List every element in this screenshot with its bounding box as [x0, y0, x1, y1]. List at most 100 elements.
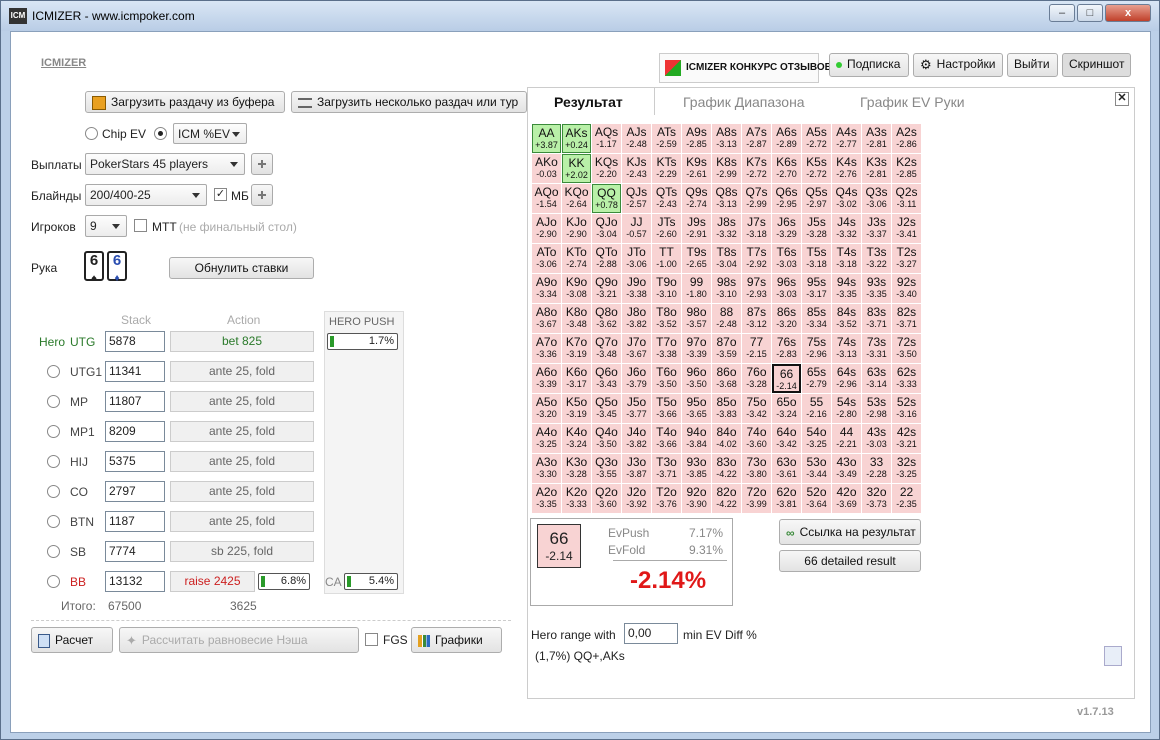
hand-cell[interactable]: Q5s -2.97: [802, 184, 831, 213]
hand-cell[interactable]: 32o -3.73: [862, 484, 891, 513]
stack-input[interactable]: 8209: [105, 421, 165, 442]
hand-cell[interactable]: A7s -2.87: [742, 124, 771, 153]
hand-cell[interactable]: KJo -2.90: [562, 214, 591, 243]
seat-radio[interactable]: [47, 455, 60, 468]
hand-cell[interactable]: T2s -3.27: [892, 244, 921, 273]
exit-button[interactable]: Выйти: [1007, 53, 1058, 77]
hand-cell[interactable]: A9s -2.85: [682, 124, 711, 153]
hand-cell[interactable]: K6s -2.70: [772, 154, 801, 183]
hand-cell[interactable]: Q9o -3.21: [592, 274, 621, 303]
hand-cell[interactable]: J5s -3.28: [802, 214, 831, 243]
mb-checkbox[interactable]: ✓: [214, 188, 227, 201]
hand-cell[interactable]: J3s -3.37: [862, 214, 891, 243]
action-field[interactable]: ante 25, fold: [170, 391, 314, 412]
hand-cell[interactable]: Q9s -2.74: [682, 184, 711, 213]
action-field[interactable]: ante 25, fold: [170, 511, 314, 532]
hand-cell[interactable]: A5o -3.20: [532, 394, 561, 423]
hand-cell[interactable]: J7o -3.67: [622, 334, 651, 363]
icm-mode-select[interactable]: ICM %EV: [173, 123, 247, 144]
hand-cell[interactable]: 54o -3.25: [802, 424, 831, 453]
hand-cell[interactable]: Q7s -2.99: [742, 184, 771, 213]
hand-cell[interactable]: Q8o -3.62: [592, 304, 621, 333]
hero-card-2[interactable]: 6 ♦: [107, 251, 127, 284]
action-field[interactable]: raise 2425: [170, 571, 255, 592]
maximize-button[interactable]: □: [1077, 4, 1103, 22]
hand-cell[interactable]: 76o -3.28: [742, 364, 771, 393]
hand-cell[interactable]: AKo -0.03: [532, 154, 561, 183]
hand-cell[interactable]: KTo -2.74: [562, 244, 591, 273]
hand-cell[interactable]: 64s -2.96: [832, 364, 861, 393]
settings-button[interactable]: ⚙ Настройки: [913, 53, 1003, 77]
hand-cell[interactable]: 87o -3.59: [712, 334, 741, 363]
hand-cell[interactable]: 73o -3.80: [742, 454, 771, 483]
hand-cell[interactable]: 66 -2.14: [772, 364, 801, 393]
hand-cell[interactable]: 62o -3.81: [772, 484, 801, 513]
hand-cell[interactable]: 74s -3.13: [832, 334, 861, 363]
hand-cell[interactable]: J9s -2.91: [682, 214, 711, 243]
hand-cell[interactable]: J2o -3.92: [622, 484, 651, 513]
hand-cell[interactable]: Q4o -3.50: [592, 424, 621, 453]
hand-cell[interactable]: 83o -4.22: [712, 454, 741, 483]
hand-cell[interactable]: J4s -3.32: [832, 214, 861, 243]
stack-input[interactable]: 11807: [105, 391, 165, 412]
hand-cell[interactable]: 84s -3.52: [832, 304, 861, 333]
hand-cell[interactable]: Q2s -3.11: [892, 184, 921, 213]
hand-cell[interactable]: T6o -3.50: [652, 364, 681, 393]
hand-cell[interactable]: 43o -3.49: [832, 454, 861, 483]
hand-cell[interactable]: A5s -2.72: [802, 124, 831, 153]
hand-cell[interactable]: 98s -3.10: [712, 274, 741, 303]
hand-cell[interactable]: 53s -2.98: [862, 394, 891, 423]
hand-cell[interactable]: 96s -3.03: [772, 274, 801, 303]
hand-cell[interactable]: 43s -3.03: [862, 424, 891, 453]
hand-cell[interactable]: AQs -1.17: [592, 124, 621, 153]
hand-cell[interactable]: J7s -3.18: [742, 214, 771, 243]
hand-cell[interactable]: T9o -3.10: [652, 274, 681, 303]
hand-cell[interactable]: 83s -3.71: [862, 304, 891, 333]
hand-cell[interactable]: 96o -3.50: [682, 364, 711, 393]
seat-radio[interactable]: [47, 395, 60, 408]
hand-cell[interactable]: 75s -2.96: [802, 334, 831, 363]
hand-cell[interactable]: K9o -3.08: [562, 274, 591, 303]
hand-cell[interactable]: J4o -3.82: [622, 424, 651, 453]
hand-cell[interactable]: K3o -3.28: [562, 454, 591, 483]
hand-cell[interactable]: JJ -0.57: [622, 214, 651, 243]
hand-cell[interactable]: KQo -2.64: [562, 184, 591, 213]
stack-input[interactable]: 5375: [105, 451, 165, 472]
hand-cell[interactable]: A4o -3.25: [532, 424, 561, 453]
hand-cell[interactable]: Q6o -3.43: [592, 364, 621, 393]
minimize-button[interactable]: –: [1049, 4, 1075, 22]
hand-cell[interactable]: KQs -2.20: [592, 154, 621, 183]
hand-cell[interactable]: 97s -2.93: [742, 274, 771, 303]
hand-cell[interactable]: T3s -3.22: [862, 244, 891, 273]
hand-cell[interactable]: 74o -3.60: [742, 424, 771, 453]
hand-cell[interactable]: QJs -2.57: [622, 184, 651, 213]
hand-cell[interactable]: 86o -3.68: [712, 364, 741, 393]
hand-cell[interactable]: 85o -3.83: [712, 394, 741, 423]
hand-cell[interactable]: AJs -2.48: [622, 124, 651, 153]
hand-cell[interactable]: TT -1.00: [652, 244, 681, 273]
hand-cell[interactable]: 97o -3.39: [682, 334, 711, 363]
hand-cell[interactable]: 63o -3.61: [772, 454, 801, 483]
hand-cell[interactable]: 92o -3.90: [682, 484, 711, 513]
hand-cell[interactable]: K7o -3.19: [562, 334, 591, 363]
hand-cell[interactable]: 82o -4.22: [712, 484, 741, 513]
hand-cell[interactable]: J5o -3.77: [622, 394, 651, 423]
tab-range-chart[interactable]: График Диапазона: [683, 94, 805, 110]
hand-cell[interactable]: T5o -3.66: [652, 394, 681, 423]
stack-input[interactable]: 5878: [105, 331, 165, 352]
hand-cell[interactable]: 22 -2.35: [892, 484, 921, 513]
seat-radio[interactable]: [47, 545, 60, 558]
hand-cell[interactable]: K9s -2.61: [682, 154, 711, 183]
hand-cell[interactable]: A6o -3.39: [532, 364, 561, 393]
close-panel-icon[interactable]: ✕: [1115, 92, 1129, 106]
hand-cell[interactable]: T8o -3.52: [652, 304, 681, 333]
hand-cell[interactable]: 95s -3.17: [802, 274, 831, 303]
min-ev-diff-input[interactable]: 0,00: [624, 623, 678, 644]
hand-cell[interactable]: 72o -3.99: [742, 484, 771, 513]
hand-cell[interactable]: J3o -3.87: [622, 454, 651, 483]
hand-cell[interactable]: 42o -3.69: [832, 484, 861, 513]
hand-cell[interactable]: T6s -3.03: [772, 244, 801, 273]
hand-cell[interactable]: 95o -3.65: [682, 394, 711, 423]
hand-cell[interactable]: 72s -3.50: [892, 334, 921, 363]
tab-ev-chart[interactable]: График EV Руки: [860, 94, 965, 110]
